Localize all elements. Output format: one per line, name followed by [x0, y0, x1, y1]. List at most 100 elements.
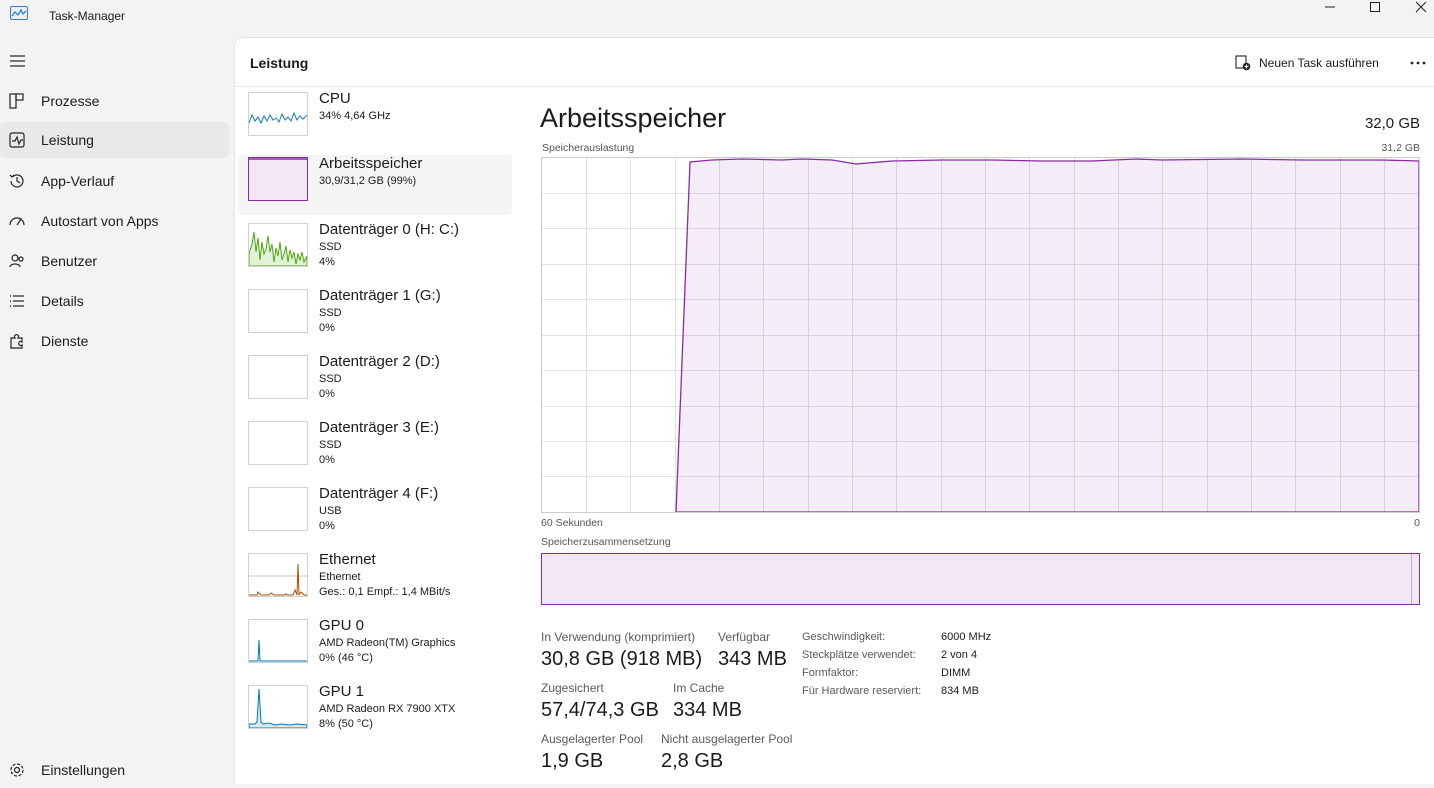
perf-item-detail-2: 0% — [319, 454, 335, 466]
nonpaged-pool-value: 2,8 GB — [661, 750, 724, 772]
run-new-task-label: Neuen Task ausführen — [1259, 56, 1379, 70]
nav-item-details[interactable]: Details — [0, 283, 229, 319]
window-title: Task-Manager — [49, 9, 126, 23]
form-factor-label: Formfaktor: — [802, 667, 859, 679]
perf-item-detail-2: Ges.: 0,1 Empf.: 1,4 MBit/s — [319, 586, 451, 598]
nav-label: Dienste — [41, 333, 89, 349]
perf-item-title: GPU 0 — [319, 617, 365, 634]
gpu1-thumbnail-graph — [248, 685, 308, 729]
perf-item-title: Datenträger 2 (D:) — [319, 353, 440, 370]
nav-label: Prozesse — [41, 93, 100, 109]
settings-gear-icon — [10, 763, 24, 777]
perf-item-disk-1[interactable]: Datenträger 1 (G:) SSD 0% — [238, 287, 512, 347]
disk2-thumbnail-graph — [248, 355, 308, 399]
perf-item-detail: SSD — [319, 439, 342, 451]
users-icon — [9, 254, 24, 268]
composition-divider — [1411, 554, 1412, 604]
disk3-thumbnail-graph — [248, 421, 308, 465]
nav-item-dienste[interactable]: Dienste — [0, 323, 229, 359]
nav-item-benutzer[interactable]: Benutzer — [0, 243, 229, 279]
available-value: 343 MB — [718, 648, 787, 670]
perf-item-ethernet[interactable]: Ethernet Ethernet Ges.: 0,1 Empf.: 1,4 M… — [238, 551, 512, 611]
new-task-icon — [1235, 55, 1251, 71]
detail-total: 32,0 GB — [1364, 115, 1420, 132]
nav-item-leistung[interactable]: Leistung — [0, 122, 229, 158]
perf-item-disk-4[interactable]: Datenträger 4 (F:) USB 0% — [238, 485, 512, 545]
paged-pool-value: 1,9 GB — [541, 750, 604, 772]
perf-item-gpu-1[interactable]: GPU 1 AMD Radeon RX 7900 XTX 8% (50 °C) — [238, 683, 512, 743]
perf-item-title: Datenträger 0 (H: C:) — [319, 221, 460, 238]
memory-usage-graph — [541, 157, 1420, 513]
perf-item-title: Datenträger 3 (E:) — [319, 419, 440, 436]
perf-item-title: Datenträger 4 (F:) — [319, 485, 439, 502]
perf-item-disk-3[interactable]: Datenträger 3 (E:) SSD 0% — [238, 419, 512, 479]
perf-item-gpu-0[interactable]: GPU 0 AMD Radeon(TM) Graphics 0% (46 °C) — [238, 617, 512, 677]
nav-item-app-verlauf[interactable]: App-Verlauf — [0, 163, 229, 199]
processes-icon — [9, 93, 24, 109]
hamburger-menu-icon[interactable] — [9, 54, 27, 68]
perf-item-title: Arbeitsspeicher — [319, 155, 423, 172]
nav-label: App-Verlauf — [41, 173, 115, 189]
perf-item-detail: SSD — [319, 307, 342, 319]
maximize-button[interactable] — [1352, 0, 1398, 14]
history-icon — [9, 174, 24, 188]
in-use-label: In Verwendung (komprimiert) — [541, 630, 696, 644]
disk1-thumbnail-graph — [248, 289, 308, 333]
nav-item-prozesse[interactable]: Prozesse — [0, 83, 229, 119]
minimize-button[interactable] — [1307, 0, 1353, 14]
task-manager-app-icon — [10, 6, 28, 20]
committed-value: 57,4/74,3 GB — [541, 699, 659, 721]
speed-label: Geschwindigkeit: — [802, 631, 886, 643]
gpu0-thumbnail-graph — [248, 619, 308, 663]
form-factor-value: DIMM — [941, 667, 971, 679]
time-axis-left: 60 Sekunden — [541, 517, 603, 529]
nav-label: Einstellungen — [41, 762, 126, 778]
available-label: Verfügbar — [718, 630, 771, 644]
nav-label: Autostart von Apps — [41, 213, 159, 229]
memory-composition-bar — [541, 553, 1420, 605]
hardware-reserved-value: 834 MB — [941, 685, 979, 697]
nav-item-einstellungen[interactable]: Einstellungen — [0, 752, 229, 788]
perf-item-detail: AMD Radeon(TM) Graphics — [319, 637, 456, 649]
title-bar: Task-Manager — [0, 0, 1434, 34]
content-header: Leistung Neuen Task ausführen — [235, 38, 1434, 87]
perf-item-detail-2: 4% — [319, 256, 335, 268]
perf-item-title: Datenträger 1 (G:) — [319, 287, 441, 304]
perf-item-detail: 34% 4,64 GHz — [319, 110, 391, 122]
usage-graph-label: Speicherauslastung — [542, 142, 635, 154]
memory-thumbnail-graph — [248, 157, 308, 201]
perf-item-detail-2: 0% — [319, 388, 335, 400]
perf-item-detail: SSD — [319, 373, 342, 385]
committed-label: Zugesichert — [541, 681, 604, 695]
nav-item-autostart[interactable]: Autostart von Apps — [0, 203, 229, 239]
perf-item-detail: AMD Radeon RX 7900 XTX — [319, 703, 456, 715]
perf-item-disk-2[interactable]: Datenträger 2 (D:) SSD 0% — [238, 353, 512, 413]
ethernet-thumbnail-graph — [248, 553, 308, 597]
nonpaged-pool-label: Nicht ausgelagerter Pool — [661, 732, 793, 746]
services-puzzle-icon — [10, 334, 23, 349]
memory-usage-area — [675, 158, 1420, 513]
slots-value: 2 von 4 — [941, 649, 978, 661]
composition-label: Speicherzusammensetzung — [541, 536, 671, 548]
perf-item-disk-0[interactable]: Datenträger 0 (H: C:) SSD 4% — [238, 221, 512, 281]
perf-item-title: GPU 1 — [319, 683, 365, 700]
in-use-value: 30,8 GB (918 MB) — [541, 648, 703, 670]
perf-item-detail-2: 8% (50 °C) — [319, 718, 373, 730]
cpu-thumbnail-graph — [248, 92, 308, 136]
disk0-thumbnail-graph — [248, 223, 308, 267]
perf-item-detail: 30,9/31,2 GB (99%) — [319, 175, 417, 187]
run-new-task-button[interactable]: Neuen Task ausführen — [1235, 50, 1379, 76]
perf-item-cpu[interactable]: CPU 34% 4,64 GHz — [238, 90, 512, 150]
perf-item-detail: SSD — [319, 241, 342, 253]
perf-item-memory[interactable]: Arbeitsspeicher 30,9/31,2 GB (99%) — [238, 155, 512, 215]
disk4-thumbnail-graph — [248, 487, 308, 531]
perf-item-detail-2: 0% — [319, 520, 335, 532]
close-icon — [1415, 1, 1427, 13]
nav-label: Benutzer — [41, 253, 98, 269]
close-button[interactable] — [1398, 0, 1434, 14]
more-options-icon[interactable] — [1407, 52, 1429, 74]
nav-label: Details — [41, 293, 84, 309]
usage-graph-max: 31,2 GB — [1381, 142, 1420, 154]
perf-item-detail-2: 0% (46 °C) — [319, 652, 373, 664]
time-axis-right: 0 — [1414, 517, 1420, 529]
